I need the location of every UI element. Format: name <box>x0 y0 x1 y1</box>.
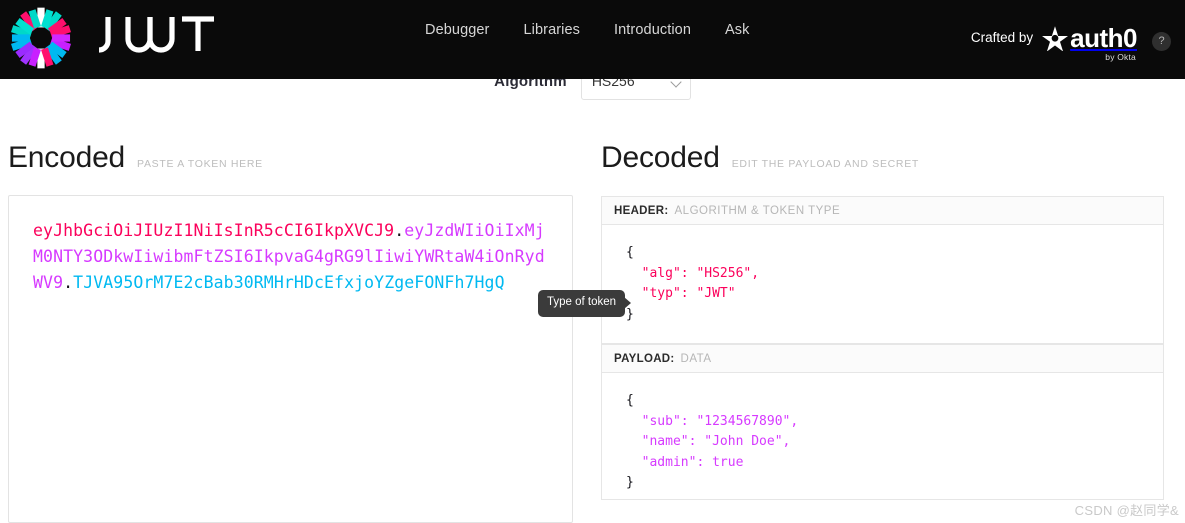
decoded-header-band-hint: ALGORITHM & TOKEN TYPE <box>674 204 841 217</box>
payload-json-lines: "sub": "1234567890", "name": "John Doe",… <box>641 413 799 470</box>
type-of-token-tooltip: Type of token <box>538 290 632 317</box>
decoded-payload-json: { "sub": "1234567890", "name": "John Doe… <box>626 391 1163 494</box>
decoded-heading-row: Decoded EDIT THE PAYLOAD AND SECRET <box>601 141 919 175</box>
token-header-segment: eyJhbGciOiJIUzI1NiIsInR5cCI6IkpXVCJ9 <box>33 221 395 240</box>
nav-link-introduction[interactable]: Introduction <box>614 22 691 38</box>
nav-link-libraries[interactable]: Libraries <box>524 22 581 38</box>
encoded-title: Encoded <box>8 141 126 174</box>
auth0-by-okta-label: by Okta <box>1105 51 1136 62</box>
decoded-payload-band: PAYLOAD: DATA <box>601 344 1164 373</box>
main-navigation: Debugger Libraries Introduction Ask <box>425 22 749 38</box>
token-separator-2: . <box>63 273 74 292</box>
encoded-token-text: eyJhbGciOiJIUzI1NiIsInR5cCI6IkpXVCJ9.eyJ… <box>33 218 550 296</box>
decoded-payload-band-label: PAYLOAD: <box>614 352 675 365</box>
header-json-lines: "alg": "HS256", "typ": "JWT" <box>641 265 760 302</box>
brand-wordmark <box>90 13 218 64</box>
auth0-wordmark: auth0 <box>1070 22 1137 53</box>
decoded-title: Decoded <box>601 141 720 174</box>
crafted-by-label: Crafted by <box>970 30 1034 45</box>
auth0-star-icon <box>1042 25 1069 51</box>
token-signature-segment: TJVA95OrM7E2cBab30RMHrHDcEfxjoYZgeFONFh7… <box>73 273 505 292</box>
decoded-payload-editor[interactable]: { "sub": "1234567890", "name": "John Doe… <box>601 373 1164 500</box>
decoded-header-band-label: HEADER: <box>614 204 669 217</box>
decoded-subtitle: EDIT THE PAYLOAD AND SECRET <box>731 158 920 170</box>
nav-link-debugger[interactable]: Debugger <box>425 22 490 38</box>
jwt-debugger-page: Debugger Libraries Introduction Ask Craf… <box>0 0 1185 523</box>
question-mark-icon[interactable]: ? <box>1152 32 1171 51</box>
brand-home-link[interactable] <box>8 5 218 71</box>
csdn-watermark: CSDN @赵同学& <box>1074 503 1179 518</box>
jwt-starburst-logo-icon <box>8 5 74 71</box>
decoded-header-band: HEADER: ALGORITHM & TOKEN TYPE <box>601 196 1164 225</box>
decoded-payload-band-hint: DATA <box>680 352 712 365</box>
encoded-heading-row: Encoded PASTE A TOKEN HERE <box>8 141 263 175</box>
auth0-logo-link[interactable]: auth0 by Okta <box>1042 22 1137 62</box>
payload-json-close-brace: } <box>626 475 634 490</box>
nav-link-ask[interactable]: Ask <box>725 22 749 38</box>
payload-json-open-brace: { <box>626 393 634 408</box>
encoded-token-input[interactable]: eyJhbGciOiJIUzI1NiIsInR5cCI6IkpXVCJ9.eyJ… <box>8 195 573 523</box>
decoded-header-json: { "alg": "HS256", "typ": "JWT" } <box>626 243 1163 325</box>
decoded-header-editor[interactable]: { "alg": "HS256", "typ": "JWT" } <box>601 225 1164 344</box>
site-header: Debugger Libraries Introduction Ask Craf… <box>0 0 1185 79</box>
encoded-subtitle: PASTE A TOKEN HERE <box>137 158 263 170</box>
decoded-panel: HEADER: ALGORITHM & TOKEN TYPE { "alg": … <box>601 196 1164 500</box>
crafted-by-block: Crafted by auth0 by Okta ? <box>970 22 1171 62</box>
header-json-open-brace: { <box>626 245 634 260</box>
token-separator-1: . <box>394 221 405 240</box>
